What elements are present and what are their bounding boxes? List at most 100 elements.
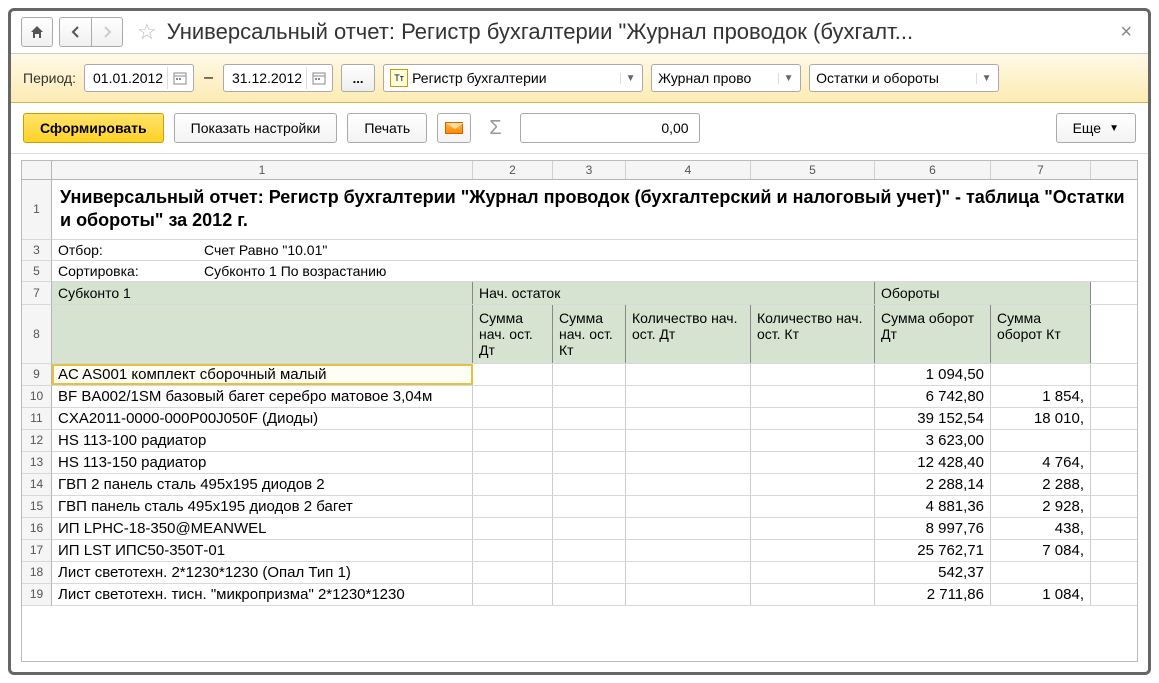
header-begin-balance: Нач. остаток xyxy=(473,282,875,304)
email-button[interactable] xyxy=(437,113,471,143)
period-label: Период: xyxy=(23,70,76,86)
home-button[interactable] xyxy=(21,17,53,47)
table-row[interactable]: 11 CXA2011-0000-000P00J050F (Диоды) 39 1… xyxy=(22,408,1137,430)
period-toolbar: Период: 01.01.2012 – 31.12.2012 ... Тт Р… xyxy=(11,54,1148,103)
sigma-icon: Σ xyxy=(481,117,509,140)
header-turnover: Обороты xyxy=(875,282,1091,304)
sum-value: 0,00 xyxy=(661,120,688,136)
favorite-icon[interactable]: ☆ xyxy=(137,19,157,45)
header-turnover-dt: Сумма оборот Дт xyxy=(875,305,991,363)
table-row[interactable]: 16 ИП LPHC-18-350@MEANWEL 8 997,76 438, xyxy=(22,518,1137,540)
header-turnover-kt: Сумма оборот Кт xyxy=(991,305,1091,363)
ruler-col-1[interactable]: 1 xyxy=(52,161,473,179)
turnover-kt: 438, xyxy=(991,518,1091,539)
calendar-icon[interactable] xyxy=(306,67,330,89)
ruler-col-3[interactable]: 3 xyxy=(553,161,626,179)
journal-combo[interactable]: Журнал прово ▼ xyxy=(651,64,801,92)
app-window: ☆ Универсальный отчет: Регистр бухгалтер… xyxy=(8,8,1151,675)
chevron-down-icon: ▼ xyxy=(1109,123,1119,134)
ruler-col-2[interactable]: 2 xyxy=(473,161,553,179)
print-button[interactable]: Печать xyxy=(347,113,427,143)
generate-button[interactable]: Сформировать xyxy=(23,113,164,143)
more-button[interactable]: Еще ▼ xyxy=(1056,113,1136,143)
turnover-dt: 39 152,54 xyxy=(875,408,991,429)
item-name: ИП LST ИПС50-350Т-01 xyxy=(52,540,473,561)
table-row[interactable]: 12 HS 113-100 радиатор 3 623,00 xyxy=(22,430,1137,452)
sort-row: 5 Сортировка: Субконто 1 По возрастанию xyxy=(22,261,1137,282)
arrow-right-icon xyxy=(100,25,114,39)
turnover-kt: 1 084, xyxy=(991,584,1091,605)
spreadsheet-area[interactable]: 1234567 1 Универсальный отчет: Регистр б… xyxy=(21,160,1138,662)
filter-value: Счет Равно "10.01" xyxy=(198,240,333,260)
forward-button[interactable] xyxy=(91,17,123,47)
table-row[interactable]: 14 ГВП 2 панель сталь 495х195 диодов 2 2… xyxy=(22,474,1137,496)
item-name: CXA2011-0000-000P00J050F (Диоды) xyxy=(52,408,473,429)
date-from-value: 01.01.2012 xyxy=(93,70,163,86)
table-row[interactable]: 17 ИП LST ИПС50-350Т-01 25 762,71 7 084, xyxy=(22,540,1137,562)
header-sum-kt: Сумма нач. ост. Кт xyxy=(553,305,626,363)
turnover-kt xyxy=(991,364,1091,385)
register-type-combo[interactable]: Тт Регистр бухгалтерии ▼ xyxy=(383,64,643,92)
header-qty-kt: Количество нач. ост. Кт xyxy=(751,305,875,363)
turnover-dt: 25 762,71 xyxy=(875,540,991,561)
chevron-down-icon[interactable]: ▼ xyxy=(976,73,996,84)
item-name: ГВП панель сталь 495х195 диодов 2 багет xyxy=(52,496,473,517)
show-settings-button[interactable]: Показать настройки xyxy=(174,113,338,143)
titlebar: ☆ Универсальный отчет: Регистр бухгалтер… xyxy=(11,11,1148,54)
period-picker-button[interactable]: ... xyxy=(341,64,375,92)
item-name: Лист светотехн. тисн. "микропризма" 2*12… xyxy=(52,584,473,605)
turnover-dt: 8 997,76 xyxy=(875,518,991,539)
date-from-input[interactable]: 01.01.2012 xyxy=(84,64,194,92)
table-row[interactable]: 9 AC AS001 комплект сборочный малый 1 09… xyxy=(22,364,1137,386)
ruler-col-6[interactable]: 6 xyxy=(875,161,991,179)
item-name: ГВП 2 панель сталь 495х195 диодов 2 xyxy=(52,474,473,495)
table-row[interactable]: 18 Лист светотехн. 2*1230*1230 (Опал Тип… xyxy=(22,562,1137,584)
report-title-row: 1 Универсальный отчет: Регистр бухгалтер… xyxy=(22,180,1137,240)
date-to-input[interactable]: 31.12.2012 xyxy=(223,64,333,92)
header-sum-dt: Сумма нач. ост. Дт xyxy=(473,305,553,363)
item-name: ИП LPHC-18-350@MEANWEL xyxy=(52,518,473,539)
close-button[interactable]: × xyxy=(1114,21,1138,44)
arrow-left-icon xyxy=(69,25,83,39)
chevron-down-icon[interactable]: ▼ xyxy=(620,73,640,84)
date-to-value: 31.12.2012 xyxy=(232,70,302,86)
nav-group xyxy=(59,17,123,47)
column-ruler: 1234567 xyxy=(22,161,1137,180)
table-row[interactable]: 19 Лист светотехн. тисн. "микропризма" 2… xyxy=(22,584,1137,606)
item-name: AC AS001 комплект сборочный малый xyxy=(52,364,473,385)
turnover-kt: 2 288, xyxy=(991,474,1091,495)
ruler-col-4[interactable]: 4 xyxy=(626,161,751,179)
ruler-col-7[interactable]: 7 xyxy=(991,161,1091,179)
home-icon xyxy=(29,24,45,40)
turnover-kt: 4 764, xyxy=(991,452,1091,473)
turnover-dt: 542,37 xyxy=(875,562,991,583)
filter-label: Отбор: xyxy=(52,240,198,260)
mode-value: Остатки и обороты xyxy=(816,70,939,86)
envelope-icon xyxy=(445,122,463,134)
sum-input[interactable]: 0,00 xyxy=(520,113,700,143)
sort-label: Сортировка: xyxy=(52,261,198,281)
item-name: HS 113-100 радиатор xyxy=(52,430,473,451)
turnover-kt xyxy=(991,430,1091,451)
turnover-kt: 7 084, xyxy=(991,540,1091,561)
item-name: BF BA002/1SM базовый багет серебро матов… xyxy=(52,386,473,407)
ruler-col-5[interactable]: 5 xyxy=(751,161,875,179)
calendar-icon[interactable] xyxy=(167,67,191,89)
table-row[interactable]: 10 BF BA002/1SM базовый багет серебро ма… xyxy=(22,386,1137,408)
turnover-kt: 18 010, xyxy=(991,408,1091,429)
report-title: Универсальный отчет: Регистр бухгалтерии… xyxy=(52,180,1137,240)
mode-combo[interactable]: Остатки и обороты ▼ xyxy=(809,64,999,92)
sort-value: Субконто 1 По возрастанию xyxy=(198,261,392,281)
chevron-down-icon[interactable]: ▼ xyxy=(778,73,798,84)
turnover-dt: 2 711,86 xyxy=(875,584,991,605)
filter-row: 3 Отбор: Счет Равно "10.01" xyxy=(22,240,1137,261)
item-name: HS 113-150 радиатор xyxy=(52,452,473,473)
turnover-kt xyxy=(991,562,1091,583)
action-toolbar: Сформировать Показать настройки Печать Σ… xyxy=(11,103,1148,154)
more-label: Еще xyxy=(1073,120,1102,136)
back-button[interactable] xyxy=(59,17,91,47)
item-name: Лист светотехн. 2*1230*1230 (Опал Тип 1) xyxy=(52,562,473,583)
table-row[interactable]: 15 ГВП панель сталь 495х195 диодов 2 баг… xyxy=(22,496,1137,518)
table-row[interactable]: 13 HS 113-150 радиатор 12 428,40 4 764, xyxy=(22,452,1137,474)
header-group-row: 7 Субконто 1 Нач. остаток Обороты xyxy=(22,282,1137,305)
